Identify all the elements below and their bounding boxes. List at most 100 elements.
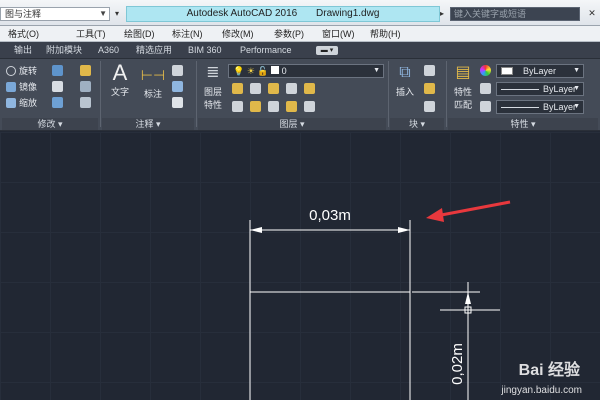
layer-properties-label-1: 图层: [203, 87, 222, 97]
leader-icon[interactable]: [172, 81, 183, 92]
lineweight-dropdown[interactable]: ByLayer ▼: [496, 100, 584, 114]
workspace-selector[interactable]: 图与注释 ▼: [0, 7, 110, 21]
annotation-panel-title[interactable]: 注释 ▾: [102, 118, 194, 130]
chevron-down-icon: ▼: [373, 67, 380, 74]
menu-parameters[interactable]: 参数(P): [274, 28, 304, 40]
layer-tool-icon[interactable]: [232, 101, 243, 112]
copy-icon[interactable]: [80, 81, 91, 92]
chevron-down-icon: ▼: [573, 67, 580, 74]
match-properties-label-1: 特性: [453, 87, 472, 97]
dimension-label: 标注: [143, 89, 162, 99]
mirror-button[interactable]: 镜像: [6, 81, 37, 93]
linetype-icon: [480, 83, 491, 94]
red-arrow-shaft: [435, 200, 511, 218]
layer-tool-icon[interactable]: [268, 101, 279, 112]
menu-format[interactable]: 格式(O): [8, 28, 39, 40]
dimension-button[interactable]: ⊢⊣ 标注: [138, 63, 168, 100]
lightbulb-icon: 💡: [233, 66, 245, 76]
layer-dropdown[interactable]: 💡 ☀ 🔓 0 ▼: [228, 64, 384, 78]
edit-attribute-icon[interactable]: [424, 101, 435, 112]
document-title: Drawing1.dwg: [316, 8, 380, 19]
layer-tool-icon[interactable]: [250, 101, 261, 112]
match-properties-icon: ▤: [455, 64, 471, 81]
vertical-dimension-text: 0,02m: [449, 343, 466, 385]
linetype-preview: [501, 89, 539, 90]
menu-bar: 格式(O) 工具(T) 绘图(D) 标注(N) 修改(M) 参数(P) 窗口(W…: [0, 26, 600, 42]
match-properties-button[interactable]: ▤ 特性 匹配: [450, 61, 476, 111]
modify-panel-title[interactable]: 修改 ▾: [2, 118, 98, 130]
edit-block-icon[interactable]: [424, 83, 435, 94]
close-icon[interactable]: ✕: [586, 7, 598, 19]
array-icon[interactable]: [52, 97, 63, 108]
menu-window[interactable]: 窗口(W): [322, 28, 355, 40]
app-title: Autodesk AutoCAD 2016: [186, 8, 298, 19]
properties-panel-title[interactable]: 特性 ▾: [448, 118, 598, 130]
text-button[interactable]: A 文字: [106, 61, 134, 98]
insert-block-button[interactable]: ⧉ 插入: [392, 61, 418, 98]
tab-performance[interactable]: Performance: [240, 45, 292, 56]
move-icon[interactable]: [52, 65, 63, 76]
chevron-down-icon: ▼: [99, 9, 107, 18]
create-block-icon[interactable]: [424, 65, 435, 76]
layer-panel-title[interactable]: 图层 ▾: [198, 118, 386, 130]
title-bar: 图与注释 ▼ ▾ Autodesk AutoCAD 2016 Drawing1.…: [0, 0, 600, 26]
rotate-button[interactable]: 旋转: [6, 65, 37, 77]
panel-divider: [388, 61, 389, 127]
expand-arrow-icon[interactable]: ▸: [440, 8, 448, 20]
scale-button[interactable]: 缩放: [6, 97, 37, 109]
color-dropdown[interactable]: ByLayer ▼: [496, 64, 584, 78]
menu-draw[interactable]: 绘图(D): [124, 28, 155, 40]
linetype-dropdown[interactable]: ByLayer ▼: [496, 82, 584, 96]
text-label: 文字: [110, 87, 129, 97]
workspace-label: 图与注释: [5, 9, 42, 19]
layer-tool-icon[interactable]: [304, 83, 315, 94]
offset-icon[interactable]: [80, 97, 91, 108]
dimension-arrowhead-right: [398, 227, 410, 233]
layer-tool-icon[interactable]: [286, 83, 297, 94]
dimension-arrowhead-left: [250, 227, 262, 233]
search-input[interactable]: 键入关键字或短语: [450, 7, 580, 21]
red-arrow-icon: [426, 208, 444, 222]
tab-featured-apps[interactable]: 精选应用: [136, 45, 172, 56]
match-properties-label-2: 匹配: [453, 100, 472, 110]
layer-name: 0: [281, 66, 287, 76]
menu-tools[interactable]: 工具(T): [76, 28, 106, 40]
menu-modify[interactable]: 修改(M): [222, 28, 254, 40]
window-title: Autodesk AutoCAD 2016 Drawing1.dwg: [126, 6, 440, 22]
layer-properties-label-2: 特性: [203, 100, 222, 110]
layer-tool-icon[interactable]: [268, 83, 279, 94]
chevron-down-icon: ▼: [573, 103, 580, 110]
layer-tool-icon[interactable]: [250, 83, 261, 94]
dimension-icon: ⊢⊣: [140, 67, 166, 83]
color-swatch: [501, 67, 513, 75]
layer-tool-icon[interactable]: [286, 101, 297, 112]
sun-icon: ☀: [246, 66, 255, 76]
rectangle-shape[interactable]: [249, 291, 411, 400]
ribbon: 旋转 镜像 缩放 修改 ▾ A 文字 ⊢⊣ 标注 注释 ▾ ≣ 图层 特性 💡 …: [0, 59, 600, 131]
layer-tool-icon[interactable]: [232, 83, 243, 94]
text-icon: A: [112, 60, 128, 85]
tab-addins[interactable]: 附加模块: [46, 45, 82, 56]
panel-divider: [100, 61, 101, 127]
lineweight-icon: [480, 101, 491, 112]
block-panel-title[interactable]: 块 ▾: [390, 118, 444, 130]
menu-help[interactable]: 帮助(H): [370, 28, 401, 40]
layer-properties-button[interactable]: ≣ 图层 特性: [200, 61, 226, 111]
fillet-icon[interactable]: [52, 81, 63, 92]
watermark-brand: Bai 经验: [518, 362, 580, 379]
tab-bim360[interactable]: BIM 360: [188, 45, 222, 56]
menu-dimension[interactable]: 标注(N): [172, 28, 203, 40]
ribbon-minimize-toggle[interactable]: ▬ ▾: [316, 46, 338, 55]
linear-dim-icon[interactable]: [172, 65, 183, 76]
quick-access-dropdown-button[interactable]: ▾: [112, 7, 122, 21]
tab-output[interactable]: 输出: [14, 45, 32, 56]
panel-divider: [446, 61, 447, 127]
mirror-label: 镜像: [19, 82, 38, 92]
insert-label: 插入: [395, 87, 414, 97]
pencil-icon[interactable]: [80, 65, 91, 76]
tab-a360[interactable]: A360: [98, 45, 119, 56]
drawing-canvas[interactable]: 0,03m 0,02m Bai 经验 jingyan.baidu.com: [0, 132, 600, 400]
table-icon[interactable]: [172, 97, 183, 108]
rotate-label: 旋转: [19, 66, 38, 76]
layer-tool-icon[interactable]: [304, 101, 315, 112]
